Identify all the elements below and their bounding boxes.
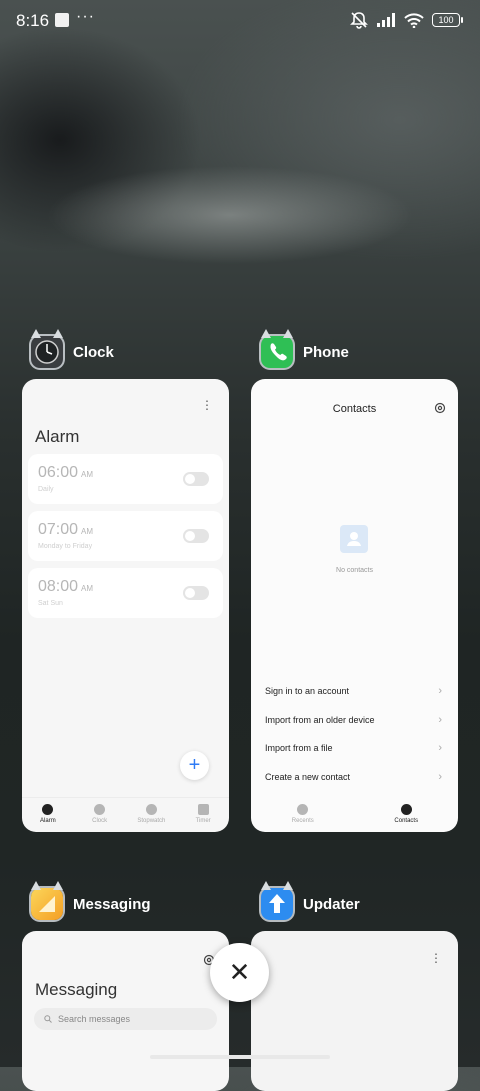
person-icon <box>400 804 412 815</box>
tab-timer[interactable]: Timer <box>178 798 228 832</box>
clock-app-header[interactable]: Clock <box>31 329 114 368</box>
tab-stopwatch[interactable]: Stopwatch <box>126 798 176 832</box>
clock-app-card[interactable]: ⋮ Alarm 06:00 AM Daily 07:00 AM Monday to … <box>22 379 229 832</box>
updater-app-icon <box>261 881 293 920</box>
alarm-toggle[interactable] <box>183 529 209 543</box>
close-icon: ✕ <box>228 957 251 987</box>
create-contact-item[interactable]: Create a new contact › <box>265 771 444 792</box>
alarm-row[interactable]: 08:00 AM Sat Sun <box>28 568 223 618</box>
tab-contacts[interactable]: Contacts <box>366 798 446 832</box>
phone-app-header[interactable]: Phone <box>261 329 349 368</box>
tab-alarm[interactable]: Alarm <box>23 798 73 832</box>
status-time: 8:16 <box>16 11 50 30</box>
messaging-app-header[interactable]: Messaging <box>31 881 151 920</box>
more-options-icon[interactable]: ⋮ <box>201 399 213 411</box>
alarm-time: 06:00 AM <box>38 464 94 481</box>
clock-icon <box>94 804 106 815</box>
alarm-icon <box>42 804 54 815</box>
alarm-repeat: Daily <box>38 486 54 493</box>
wifi-icon <box>404 12 424 28</box>
stopwatch-icon <box>145 804 157 815</box>
battery-icon: 100 <box>432 13 463 27</box>
sign-in-account-item[interactable]: Sign in to an account › <box>265 685 444 706</box>
phone-tab-bar: Recents Contacts <box>251 798 458 832</box>
messaging-app-card[interactable]: Messaging Search messages <box>22 931 229 1091</box>
clock-app-icon <box>31 329 63 368</box>
updater-app-card[interactable]: ⋮ <box>251 931 458 1091</box>
hourglass-icon <box>197 804 209 815</box>
clock-tab-bar: Alarm Clock Stopwatch Timer <box>22 797 229 832</box>
more-notifications-icon: ··· <box>76 8 95 25</box>
phone-icon <box>297 804 309 815</box>
alarm-toggle[interactable] <box>183 586 209 600</box>
search-icon <box>44 1015 52 1023</box>
updater-app-name: Updater <box>303 895 360 913</box>
alarm-title: Alarm <box>35 427 80 446</box>
phone-app-icon <box>261 329 293 368</box>
alarm-row[interactable]: 07:00 AM Monday to Friday <box>28 511 223 561</box>
chevron-right-icon: › <box>438 685 442 697</box>
no-contacts-text: No contacts <box>336 567 373 574</box>
home-indicator[interactable] <box>150 1055 330 1059</box>
more-options-icon[interactable]: ⋮ <box>430 952 442 964</box>
clear-all-button[interactable]: ✕ <box>210 943 269 1002</box>
tab-clock[interactable]: Clock <box>75 798 125 832</box>
alarm-time: 07:00 AM <box>38 521 94 538</box>
search-messages-input[interactable]: Search messages <box>34 1008 217 1030</box>
alarm-row[interactable]: 06:00 AM Daily <box>28 454 223 504</box>
import-file-item[interactable]: Import from a file › <box>265 742 444 763</box>
contacts-title: Contacts <box>332 403 377 415</box>
updater-app-header[interactable]: Updater <box>261 881 360 920</box>
clock-app-name: Clock <box>73 343 114 361</box>
messaging-app-icon <box>31 881 63 920</box>
phone-app-card[interactable]: Contacts No contacts Sign in to an accou… <box>251 379 458 832</box>
alarm-repeat: Sat Sun <box>38 600 63 607</box>
signal-icon <box>377 13 395 27</box>
alarm-repeat: Monday to Friday <box>38 543 93 550</box>
chevron-right-icon: › <box>438 714 442 726</box>
notification-icon <box>55 13 69 27</box>
chevron-right-icon: › <box>438 742 442 754</box>
contact-placeholder-icon <box>340 525 368 553</box>
settings-gear-icon[interactable] <box>434 402 446 414</box>
phone-app-name: Phone <box>303 343 349 361</box>
tab-recents[interactable]: Recents <box>263 798 343 832</box>
add-alarm-button[interactable]: + <box>180 751 209 780</box>
alarm-toggle[interactable] <box>183 472 209 486</box>
messaging-app-name: Messaging <box>73 895 151 913</box>
messaging-title: Messaging <box>35 980 118 999</box>
muted-bell-icon <box>350 12 368 29</box>
chevron-right-icon: › <box>438 771 442 783</box>
alarm-time: 08:00 AM <box>38 578 94 595</box>
status-bar: 8:16 ··· 100 <box>0 0 480 44</box>
import-older-device-item[interactable]: Import from an older device › <box>265 714 444 735</box>
